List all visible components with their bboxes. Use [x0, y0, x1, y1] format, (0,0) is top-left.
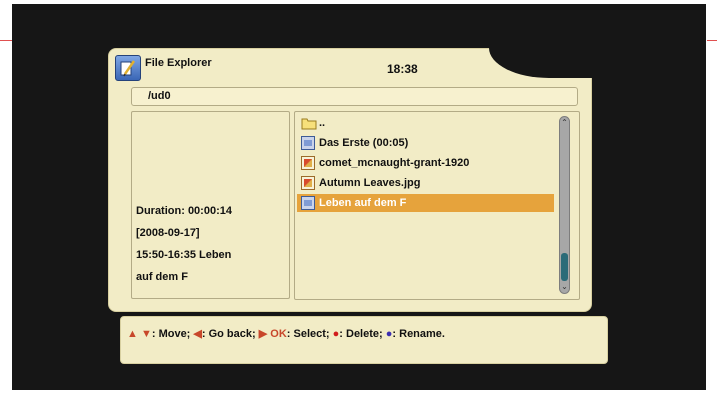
file-list: .. Das Erste (00:05) comet_mcnaught-gran…	[294, 111, 580, 300]
info-name: auf dem F	[136, 271, 188, 283]
file-info-box: Duration: 00:00:14 [2008-09-17] 15:50-16…	[131, 199, 290, 299]
list-item[interactable]: comet_mcnaught-grant-1920	[297, 154, 554, 172]
right-arrow-icon: ▶	[258, 328, 268, 340]
title-tab-notch	[489, 48, 592, 78]
preview-area	[131, 111, 290, 201]
window-title: File Explorer	[145, 57, 212, 69]
left-arrow-icon: ◀	[193, 328, 202, 340]
list-item-label: Leben auf dem F	[319, 197, 407, 209]
ok-key-label: OK	[270, 328, 287, 340]
list-item-label: Das Erste (00:05)	[319, 137, 409, 149]
clock: 18:38	[387, 62, 418, 76]
list-item-label: comet_mcnaught-grant-1920	[319, 157, 470, 169]
help-text: ▲ ▼: Move; ◀: Go back; ▶ OK: Select; ●: …	[127, 327, 445, 340]
path-bar: /ud0	[131, 87, 578, 106]
tv-screen: File Explorer 18:38 /ud0 Duration: 00:00…	[12, 4, 706, 390]
list-item-label: Autumn Leaves.jpg	[319, 177, 421, 189]
info-duration: Duration: 00:00:14	[136, 205, 232, 217]
help-bar: ▲ ▼: Move; ◀: Go back; ▶ OK: Select; ●: …	[120, 316, 608, 364]
edge-line-left	[0, 40, 12, 41]
image-file-icon	[301, 176, 315, 190]
list-item[interactable]: Das Erste (00:05)	[297, 134, 554, 152]
video-file-icon	[301, 136, 315, 150]
folder-icon	[301, 116, 317, 130]
list-item[interactable]: Autumn Leaves.jpg	[297, 174, 554, 192]
scroll-down-icon[interactable]: ⌄	[560, 282, 569, 292]
list-item-selected[interactable]: Leben auf dem F	[297, 194, 554, 212]
scrollbar[interactable]: ⌃ ⌄	[559, 116, 570, 294]
list-item[interactable]: ..	[297, 114, 554, 132]
file-explorer-panel: File Explorer 18:38 /ud0 Duration: 00:00…	[108, 48, 592, 312]
info-date: [2008-09-17]	[136, 227, 200, 239]
help-delete: : Delete;	[339, 328, 383, 340]
help-rename: : Rename.	[392, 328, 445, 340]
image-file-icon	[301, 156, 315, 170]
help-back: : Go back;	[201, 328, 256, 340]
current-path: /ud0	[148, 90, 171, 102]
help-move: : Move;	[151, 328, 191, 340]
edge-line-right	[707, 40, 717, 41]
file-explorer-icon	[115, 55, 141, 81]
list-item-label: ..	[319, 117, 326, 129]
video-file-icon	[301, 196, 315, 210]
info-schedule: 15:50-16:35 Leben	[136, 249, 232, 261]
up-down-arrow-icon: ▲ ▼	[127, 328, 152, 340]
scroll-thumb[interactable]	[561, 253, 568, 281]
help-select: : Select;	[286, 328, 330, 340]
scroll-up-icon[interactable]: ⌃	[560, 118, 569, 128]
